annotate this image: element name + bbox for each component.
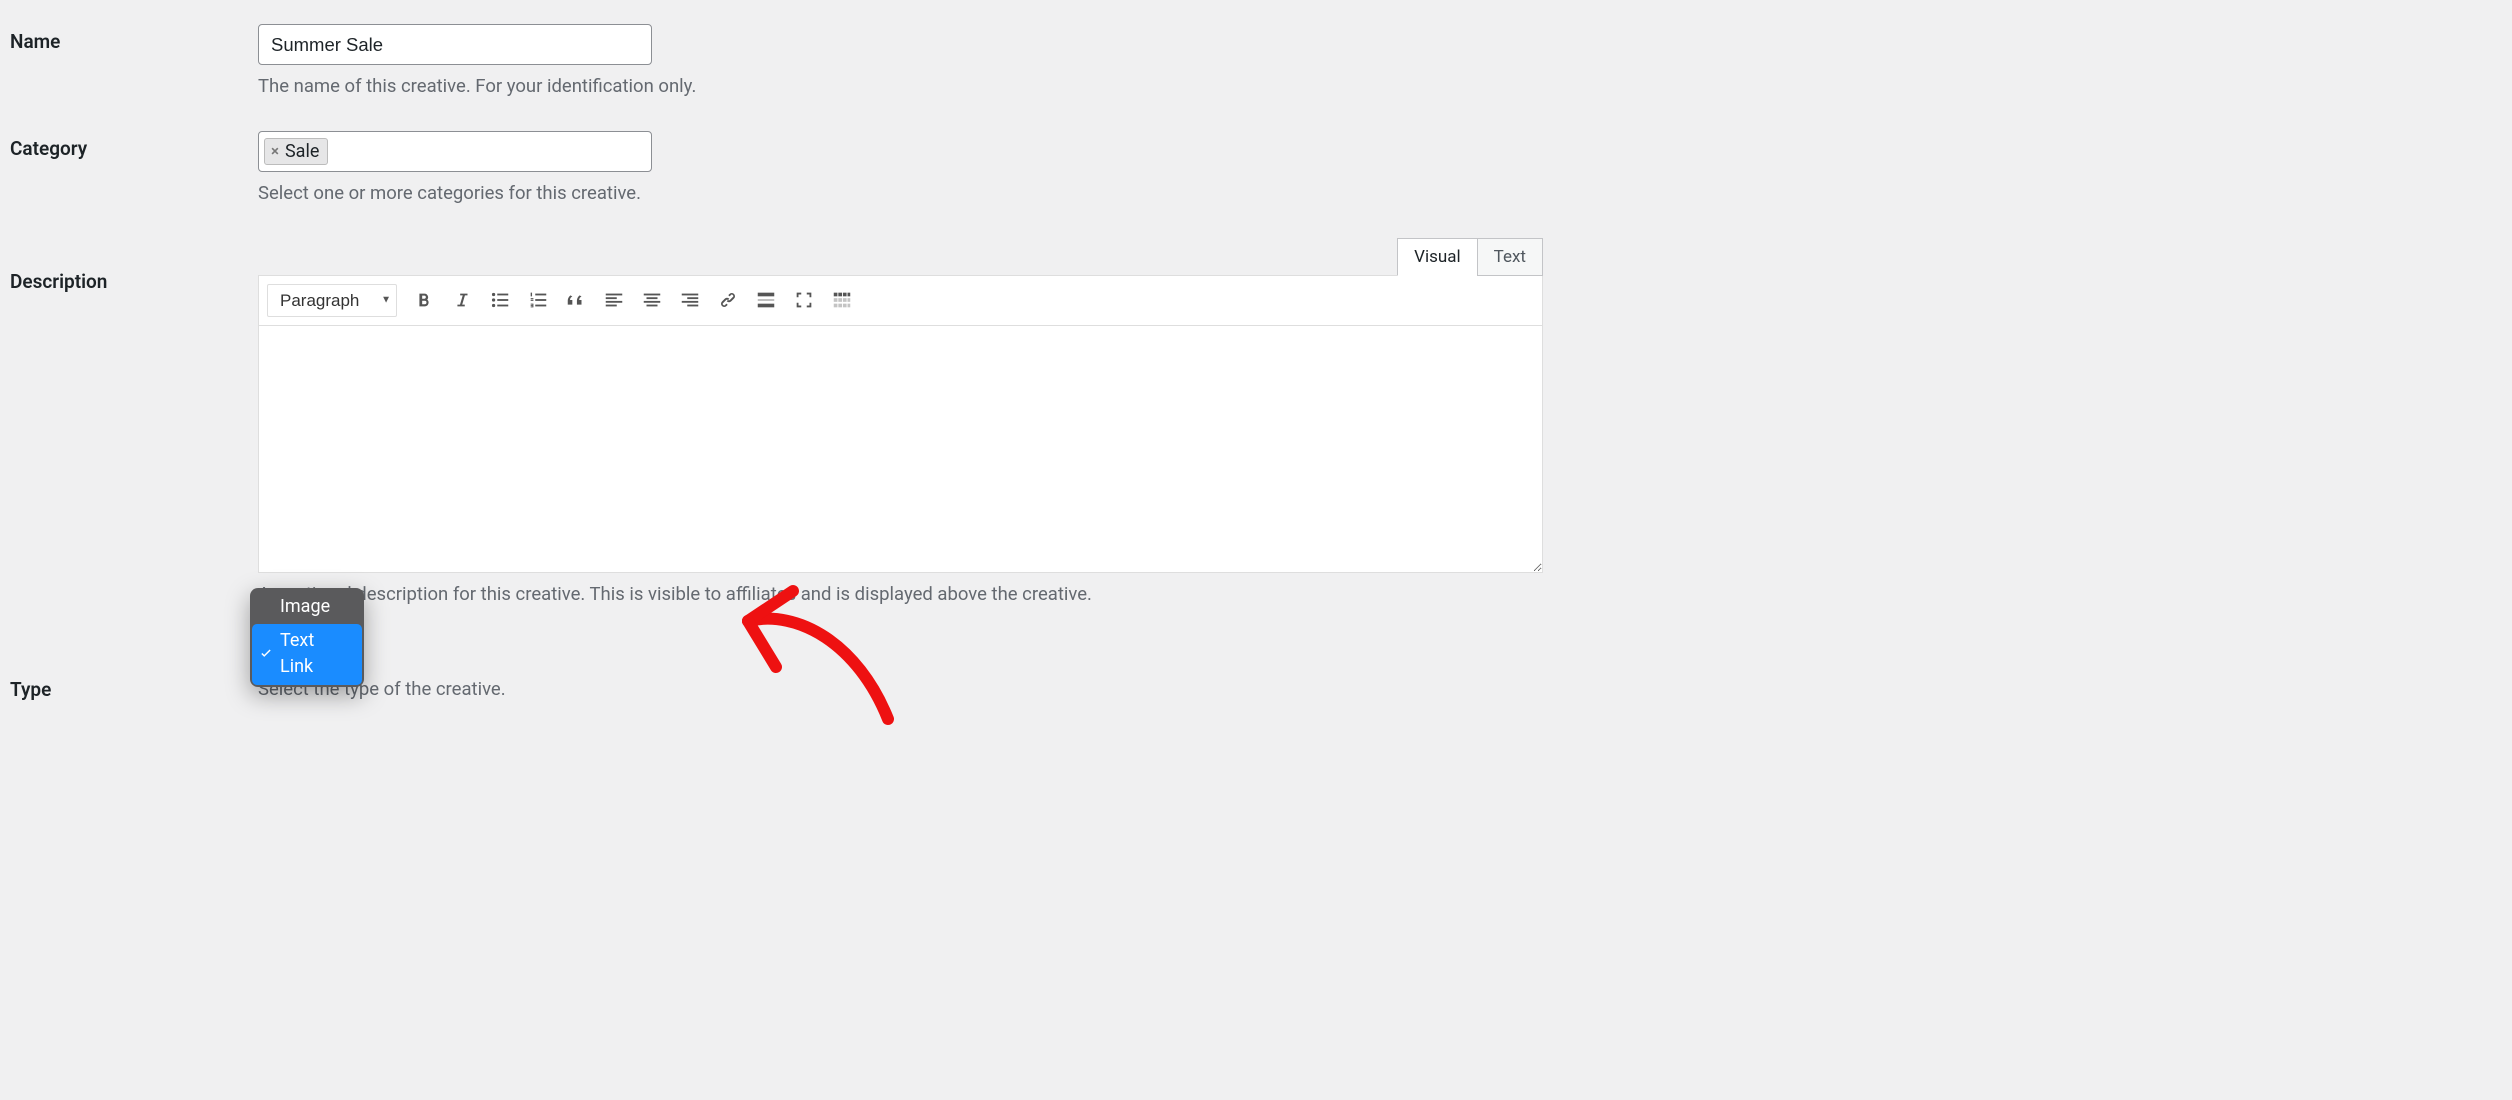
editor-tabs: Visual Text xyxy=(258,238,1543,276)
wysiwyg-editor: Visual Text Paragraph xyxy=(258,238,1543,573)
type-label: Type xyxy=(10,624,258,721)
align-right-icon[interactable] xyxy=(671,281,709,319)
tab-text[interactable]: Text xyxy=(1477,238,1543,276)
type-dropdown[interactable]: Image Text Link xyxy=(250,588,364,686)
italic-icon[interactable] xyxy=(443,281,481,319)
type-option-text-link[interactable]: Text Link xyxy=(252,624,362,684)
name-label: Name xyxy=(10,10,258,117)
description-helper: An optional description for this creativ… xyxy=(258,581,2502,609)
editor-content[interactable] xyxy=(258,326,1543,573)
paragraph-format-select[interactable]: Paragraph xyxy=(267,284,397,317)
numbered-list-icon[interactable] xyxy=(519,281,557,319)
tag-label: Sale xyxy=(285,141,319,162)
category-label: Category xyxy=(10,117,258,224)
description-label: Description xyxy=(10,224,258,625)
fullscreen-icon[interactable] xyxy=(785,281,823,319)
link-icon[interactable] xyxy=(709,281,747,319)
insert-more-icon[interactable] xyxy=(747,281,785,319)
category-input[interactable]: × Sale xyxy=(258,131,652,172)
bold-icon[interactable] xyxy=(405,281,443,319)
editor-toolbar: Paragraph xyxy=(258,275,1543,326)
category-helper: Select one or more categories for this c… xyxy=(258,180,2502,208)
check-icon xyxy=(258,646,274,662)
blockquote-icon[interactable] xyxy=(557,281,595,319)
bullet-list-icon[interactable] xyxy=(481,281,519,319)
align-left-icon[interactable] xyxy=(595,281,633,319)
align-center-icon[interactable] xyxy=(633,281,671,319)
type-helper: Select the type of the creative. xyxy=(258,676,2502,704)
type-option-image[interactable]: Image xyxy=(252,590,362,624)
category-tag[interactable]: × Sale xyxy=(264,138,328,165)
toolbar-toggle-icon[interactable] xyxy=(823,281,861,319)
tag-remove-icon[interactable]: × xyxy=(269,144,281,159)
tab-visual[interactable]: Visual xyxy=(1397,238,1476,276)
name-helper: The name of this creative. For your iden… xyxy=(258,73,2502,101)
name-input[interactable] xyxy=(258,24,652,65)
